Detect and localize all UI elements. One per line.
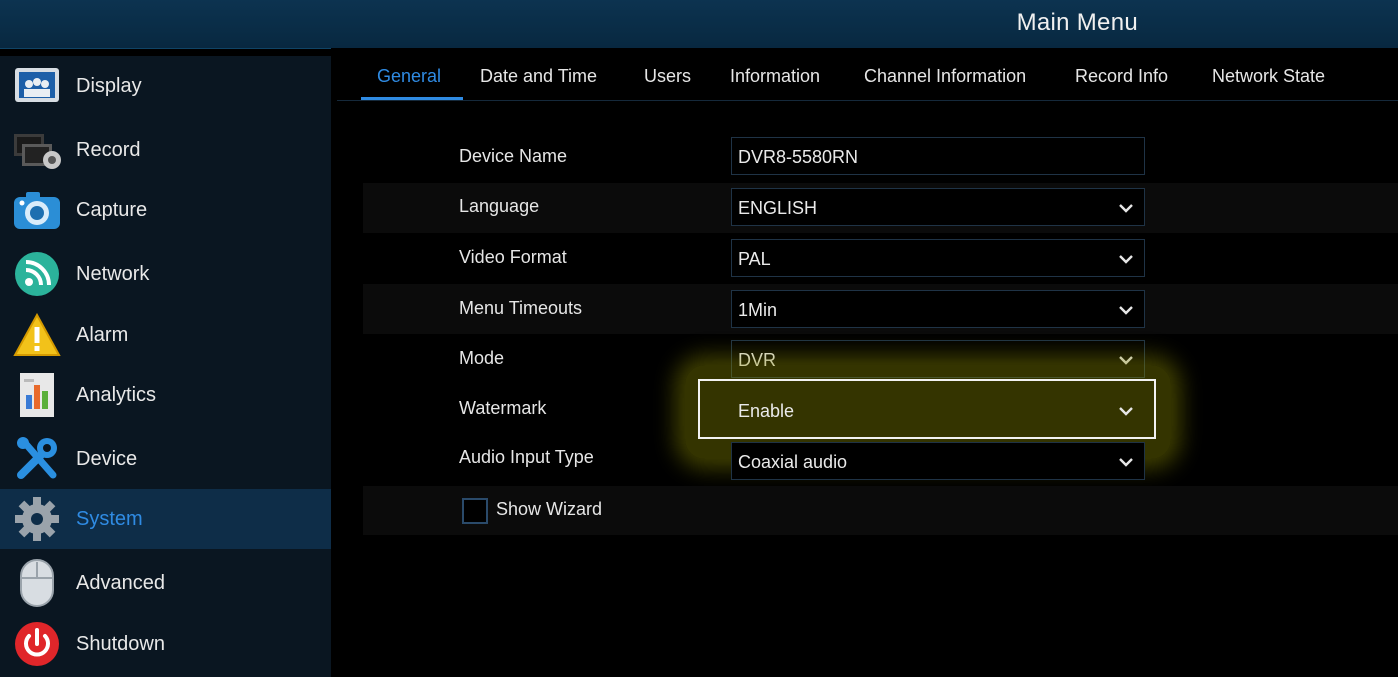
- sidebar-item-label: Analytics: [76, 383, 157, 406]
- language-value: ENGLISH: [738, 198, 818, 218]
- menu-timeouts-label: Menu Timeouts: [459, 298, 583, 318]
- mode-label: Mode: [459, 348, 505, 368]
- sidebar-item-label: System: [76, 507, 143, 530]
- video-format-select[interactable]: PAL: [731, 239, 1145, 277]
- sidebar-item-capture[interactable]: Capture: [0, 180, 331, 240]
- sidebar-item-label: Device: [76, 447, 138, 470]
- language-select[interactable]: ENGLISH: [731, 188, 1145, 226]
- audio-input-type-value: Coaxial audio: [738, 452, 848, 472]
- tab-channel-information[interactable]: Channel Information: [864, 66, 1026, 87]
- tab-date-and-time[interactable]: Date and Time: [480, 66, 597, 87]
- sidebar-item-label: Network: [76, 262, 150, 285]
- language-label: Language: [459, 196, 540, 216]
- video-format-label: Video Format: [459, 247, 567, 267]
- sidebar-item-analytics[interactable]: Analytics: [0, 365, 331, 425]
- tab-record-info[interactable]: Record Info: [1075, 66, 1168, 87]
- mouse-icon: [12, 558, 62, 608]
- record-icon: [12, 125, 62, 175]
- sidebar-item-display[interactable]: Display: [0, 56, 331, 116]
- title-bar: Main Menu: [0, 0, 1398, 49]
- tools-icon: [12, 434, 62, 484]
- alarm-warning-icon: [12, 310, 62, 360]
- chevron-down-icon: [1119, 204, 1133, 213]
- sidebar: Display Record Capture Network Alarm Ana…: [0, 56, 331, 677]
- sidebar-item-system[interactable]: System: [0, 489, 331, 549]
- power-icon: [12, 619, 62, 669]
- watermark-label: Watermark: [459, 398, 547, 418]
- tab-general[interactable]: General: [377, 66, 441, 87]
- display-icon: [12, 61, 62, 111]
- sidebar-item-label: Record: [76, 138, 141, 161]
- sidebar-item-network[interactable]: Network: [0, 244, 331, 304]
- device-name-input[interactable]: DVR8-5580RN: [731, 137, 1145, 175]
- sidebar-item-record[interactable]: Record: [0, 120, 331, 180]
- sidebar-item-label: Shutdown: [76, 632, 165, 655]
- sidebar-item-label: Advanced: [76, 571, 165, 594]
- video-format-value: PAL: [738, 249, 771, 269]
- analytics-chart-icon: [12, 370, 62, 420]
- tab-bar: General Date and Time Users Information …: [337, 56, 1398, 101]
- tab-information[interactable]: Information: [730, 66, 820, 87]
- network-icon: [12, 249, 62, 299]
- gear-icon: [12, 494, 62, 544]
- sidebar-item-label: Display: [76, 74, 142, 97]
- sidebar-item-shutdown[interactable]: Shutdown: [0, 614, 331, 674]
- chevron-down-icon: [1119, 458, 1133, 467]
- menu-timeouts-value: 1Min: [738, 300, 778, 320]
- window-title: Main Menu: [1016, 9, 1138, 36]
- chevron-down-icon: [1119, 306, 1133, 315]
- sidebar-item-label: Alarm: [76, 323, 129, 346]
- audio-input-type-select[interactable]: Coaxial audio: [731, 442, 1145, 480]
- sidebar-item-alarm[interactable]: Alarm: [0, 305, 331, 365]
- audio-input-type-label: Audio Input Type: [459, 447, 594, 467]
- sidebar-item-label: Capture: [76, 198, 148, 221]
- watermark-highlight-box: [698, 379, 1156, 439]
- show-wizard-checkbox[interactable]: [462, 498, 488, 524]
- sidebar-item-device[interactable]: Device: [0, 429, 331, 489]
- show-wizard-label: Show Wizard: [496, 499, 603, 519]
- tab-network-state[interactable]: Network State: [1212, 66, 1325, 87]
- chevron-down-icon: [1119, 255, 1133, 264]
- active-tab-indicator: [361, 97, 463, 100]
- sidebar-item-advanced[interactable]: Advanced: [0, 553, 331, 613]
- menu-timeouts-select[interactable]: 1Min: [731, 290, 1145, 328]
- device-name-label: Device Name: [459, 146, 568, 166]
- device-name-value: DVR8-5580RN: [738, 147, 859, 167]
- camera-icon: [12, 185, 62, 235]
- tab-users[interactable]: Users: [644, 66, 691, 87]
